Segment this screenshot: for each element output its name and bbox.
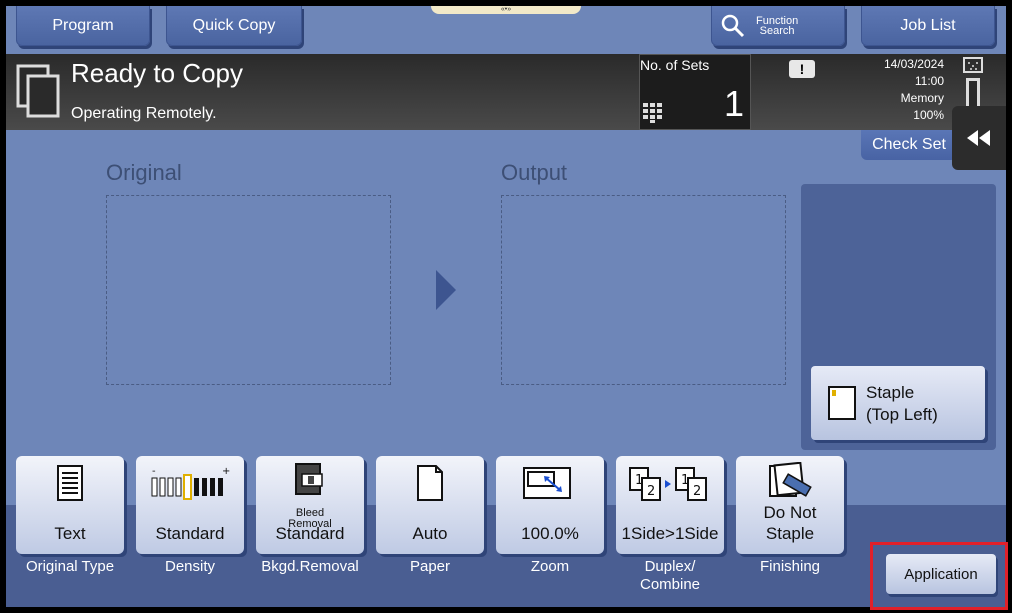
- original-preview: [106, 195, 391, 385]
- paper-button[interactable]: Auto: [376, 456, 484, 554]
- svg-text:-: -: [152, 466, 156, 477]
- duplex-combine-button[interactable]: 1 2 1 2 1Side>1Side: [616, 456, 724, 554]
- date-time-memory: 14/03/2024 11:00 Memory 100%: [842, 56, 944, 124]
- program-label: Program: [52, 16, 114, 34]
- zoom-button[interactable]: 100.0%: [496, 456, 604, 554]
- job-list-button[interactable]: Job List: [861, 6, 995, 46]
- density-button[interactable]: - + Standard: [136, 456, 244, 554]
- paper-caption: Paper: [409, 558, 451, 575]
- density-scale-icon: - +: [151, 466, 230, 500]
- finishing-button[interactable]: Do Not Staple: [736, 456, 844, 554]
- warning-icon[interactable]: !: [789, 60, 815, 78]
- top-handle[interactable]: «•»: [431, 6, 581, 14]
- output-preview: [501, 195, 786, 385]
- density-value: Standard: [155, 524, 225, 543]
- collapse-panel-button[interactable]: [952, 106, 1006, 170]
- duplex-caption: Duplex/Combine: [639, 558, 701, 593]
- search-icon: [721, 14, 745, 37]
- highlight-box: [870, 542, 1008, 610]
- double-chevron-left-icon: [967, 130, 990, 146]
- check-settings-button[interactable]: Check Set: [861, 130, 957, 160]
- zoom-value: 100.0%: [521, 524, 579, 543]
- background-removal-caption: Bkgd.Removal: [261, 558, 359, 575]
- check-set-label: Check Set: [872, 136, 946, 153]
- staple-position-icon: [828, 386, 856, 420]
- memory-value: 100%: [913, 108, 944, 122]
- svg-text:2: 2: [647, 484, 655, 499]
- background-removal-value: Standard: [275, 524, 345, 543]
- svg-text:+: +: [222, 466, 230, 477]
- original-label: Original: [106, 160, 182, 185]
- staple-top-left-button[interactable]: Staple (Top Left): [811, 366, 985, 440]
- finishing-value: Do Not Staple: [763, 503, 817, 543]
- memory-label: Memory: [900, 91, 944, 105]
- date-text: 14/03/2024: [883, 57, 944, 71]
- number-of-sets[interactable]: No. of Sets 1: [639, 54, 751, 130]
- text-document-icon: [57, 465, 83, 501]
- finishing-panel: Staple (Top Left): [801, 184, 996, 450]
- quick-copy-button[interactable]: Quick Copy: [166, 6, 302, 46]
- output-label: Output: [501, 160, 568, 185]
- staple-finish-icon: [769, 462, 812, 497]
- status-bar: Ready to Copy Operating Remotely. No. of…: [6, 54, 1006, 130]
- paper-value: Auto: [412, 524, 448, 543]
- sets-value: 1: [723, 83, 744, 124]
- arrow-right-icon: [436, 270, 456, 310]
- sets-label: No. of Sets: [640, 57, 710, 73]
- time-text: 11:00: [914, 74, 944, 88]
- zoom-caption: Zoom: [530, 558, 570, 575]
- zoom-icon: [523, 467, 571, 499]
- keypad-icon: [643, 103, 662, 123]
- function-search-button[interactable]: Function Search: [711, 6, 845, 46]
- quick-copy-label: Quick Copy: [192, 16, 276, 34]
- staple-label: Staple (Top Left): [866, 383, 938, 424]
- job-list-label: Job List: [900, 16, 956, 34]
- status-message: Operating Remotely.: [71, 105, 217, 122]
- background-removal-button[interactable]: Bleed Removal Standard: [256, 456, 364, 554]
- background-removal-icon: [295, 463, 323, 495]
- function-search-label: Function Search: [756, 14, 799, 37]
- original-type-value: Text: [54, 524, 86, 543]
- duplex-icon: 1 2 1 2: [629, 467, 707, 501]
- paper-icon: [417, 465, 443, 501]
- density-caption: Density: [164, 558, 216, 575]
- copy-icon: [16, 64, 60, 118]
- finishing-caption: Finishing: [759, 558, 821, 575]
- duplex-value: 1Side>1Side: [621, 524, 719, 543]
- original-type-caption: Original Type: [25, 558, 115, 575]
- copy-screen: «•» Program Quick Copy Function Search Jo…: [6, 6, 1006, 607]
- svg-text:2: 2: [693, 484, 701, 499]
- ready-title: Ready to Copy: [71, 58, 243, 88]
- program-button[interactable]: Program: [16, 6, 150, 46]
- original-type-button[interactable]: Text: [16, 456, 124, 554]
